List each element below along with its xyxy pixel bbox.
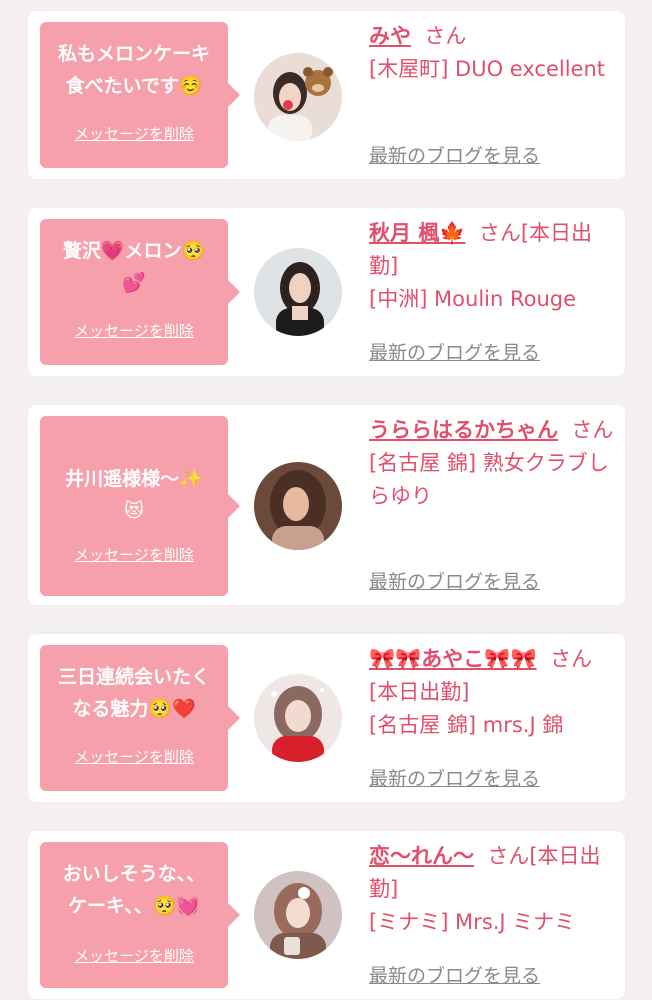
shop-info: [ミナミ] Mrs.J ミナミ	[369, 910, 576, 934]
shop-info: [中洲] Moulin Rouge	[369, 287, 577, 311]
latest-blog-link[interactable]: 最新のブログを見る	[369, 764, 540, 791]
cast-name-link[interactable]: 恋〜れん〜	[369, 844, 474, 868]
latest-blog-link[interactable]: 最新のブログを見る	[369, 338, 540, 365]
message-card: 井川遥様様〜✨ 😻 メッセージを削除 うららはるかちゃん さん [名古屋 錦] …	[28, 405, 625, 605]
message-text: 贅沢💗メロン🥺 💕	[62, 240, 206, 294]
delete-message-link[interactable]: メッセージを削除	[40, 544, 228, 565]
name-suffix: さん	[571, 418, 614, 442]
message-text: 私もメロンケーキ 食べたいです☺️	[57, 43, 210, 97]
avatar[interactable]	[254, 674, 342, 762]
cast-name-link[interactable]: うららはるかちゃん	[369, 418, 558, 442]
message-card: おいしそうな、、 ケーキ、、🥺💓 メッセージを削除 恋〜れん〜 さん[本日出勤]…	[28, 831, 625, 999]
message-text: おいしそうな、、 ケーキ、、🥺💓	[62, 863, 206, 917]
profile-info: うららはるかちゃん さん [名古屋 錦] 熟女クラブしらゆり	[369, 414, 617, 513]
message-bubble: 三日連続会いたく なる魅力🥺❤️ メッセージを削除	[40, 645, 240, 791]
message-bubble: おいしそうな、、 ケーキ、、🥺💓 メッセージを削除	[40, 842, 240, 988]
latest-blog-link[interactable]: 最新のブログを見る	[369, 961, 540, 988]
avatar[interactable]	[254, 248, 342, 336]
delete-message-link[interactable]: メッセージを削除	[40, 123, 228, 144]
message-card: 私もメロンケーキ 食べたいです☺️ メッセージを削除 みや さん [木屋町] D…	[28, 11, 625, 179]
cast-name-link[interactable]: 秋月 楓🍁	[369, 221, 465, 245]
avatar[interactable]	[254, 53, 342, 141]
delete-message-link[interactable]: メッセージを削除	[40, 320, 228, 341]
avatar[interactable]	[254, 462, 342, 550]
latest-blog-link[interactable]: 最新のブログを見る	[369, 141, 540, 168]
latest-blog-link[interactable]: 最新のブログを見る	[369, 567, 540, 594]
profile-info: みや さん [木屋町] DUO excellent	[369, 20, 617, 86]
message-bubble: 贅沢💗メロン🥺 💕 メッセージを削除	[40, 219, 240, 365]
message-text: 三日連続会いたく なる魅力🥺❤️	[57, 666, 210, 720]
profile-info: 恋〜れん〜 さん[本日出勤] [ミナミ] Mrs.J ミナミ	[369, 840, 617, 939]
delete-message-link[interactable]: メッセージを削除	[40, 945, 228, 966]
message-bubble: 私もメロンケーキ 食べたいです☺️ メッセージを削除	[40, 22, 240, 168]
shop-info: [名古屋 錦] mrs.J 錦	[369, 713, 564, 737]
delete-message-link[interactable]: メッセージを削除	[40, 746, 228, 767]
message-card: 三日連続会いたく なる魅力🥺❤️ メッセージを削除 🎀🎀あやこ🎀🎀 さん[本日出…	[28, 634, 625, 802]
profile-info: 🎀🎀あやこ🎀🎀 さん[本日出勤] [名古屋 錦] mrs.J 錦	[369, 643, 617, 742]
avatar[interactable]	[254, 871, 342, 959]
message-card: 贅沢💗メロン🥺 💕 メッセージを削除 秋月 楓🍁 さん[本日出勤] [中洲] M…	[28, 208, 625, 376]
shop-info: [名古屋 錦] 熟女クラブしらゆり	[369, 451, 609, 508]
message-text: 井川遥様様〜✨ 😻	[65, 468, 203, 522]
shop-info: [木屋町] DUO excellent	[369, 57, 606, 81]
name-suffix: さん	[424, 24, 467, 48]
message-list: 私もメロンケーキ 食べたいです☺️ メッセージを削除 みや さん [木屋町] D…	[0, 0, 652, 1000]
cast-name-link[interactable]: 🎀🎀あやこ🎀🎀	[369, 647, 537, 671]
cast-name-link[interactable]: みや	[369, 24, 411, 48]
message-bubble: 井川遥様様〜✨ 😻 メッセージを削除	[40, 416, 240, 596]
profile-info: 秋月 楓🍁 さん[本日出勤] [中洲] Moulin Rouge	[369, 217, 617, 316]
